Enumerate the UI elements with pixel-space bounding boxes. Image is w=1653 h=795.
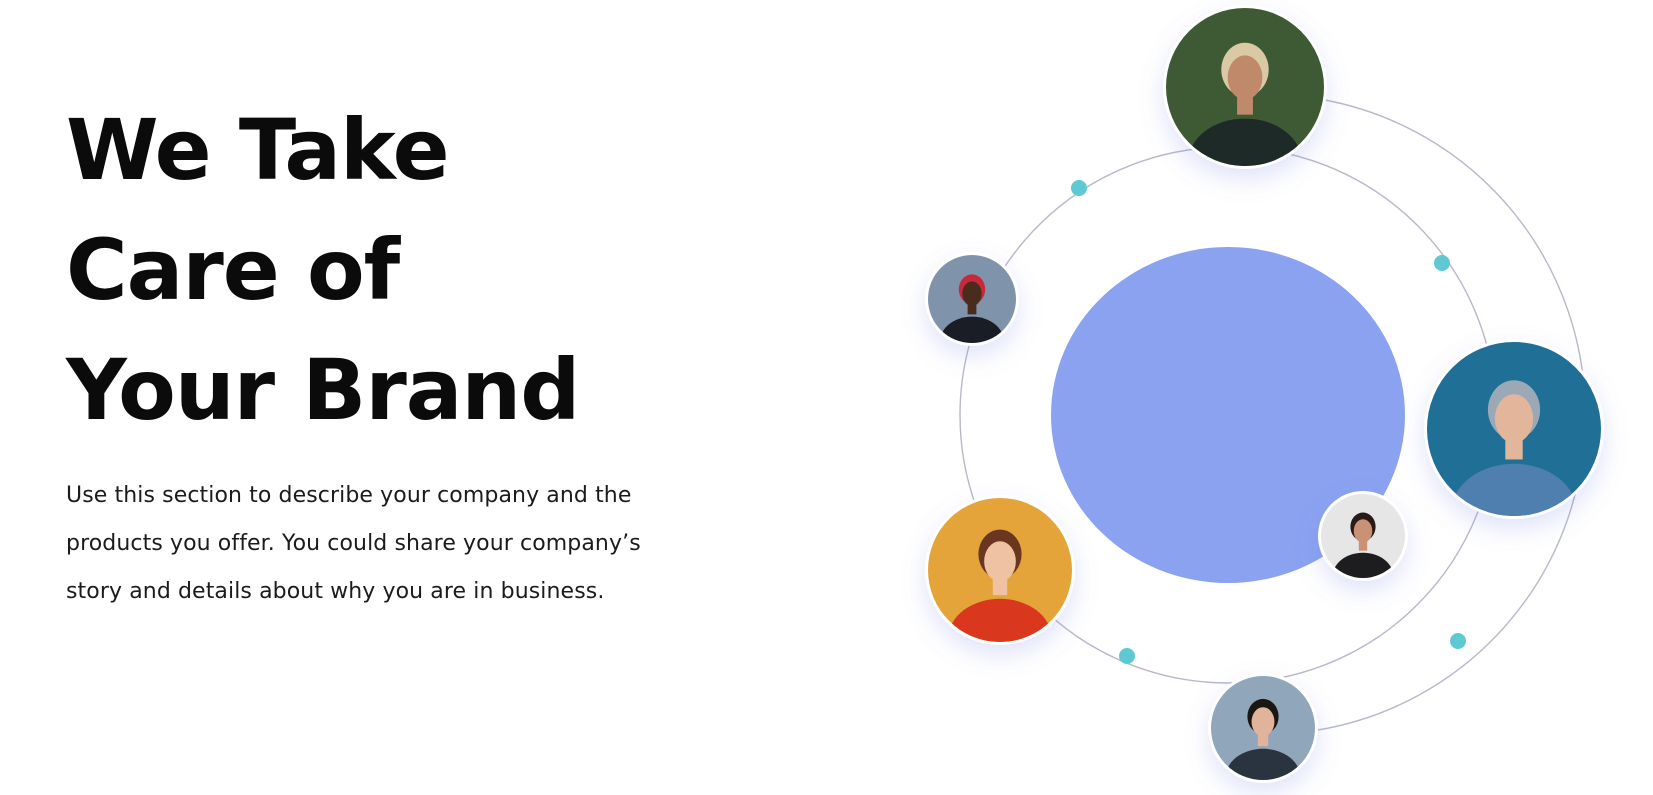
hero-section: We Take Care of Your Brand Use this sect… [0,0,1653,795]
description-line: story and details about why you are in b… [66,579,605,604]
orbit-dot [1434,255,1450,271]
orbit-dot [1450,633,1466,649]
hero-description: Use this section to describe your compan… [66,472,706,616]
woman-hoodie-avatar [1424,339,1604,519]
orbit-dot [1119,648,1135,664]
orbit-dot [1071,180,1087,196]
woman-top-avatar [1163,5,1327,169]
description-line: Use this section to describe your compan… [66,483,632,508]
woman-smile-avatar [1318,491,1408,581]
headline-line: Your Brand [66,341,580,439]
description-line: products you offer. You could share your… [66,531,641,556]
orbit-svg [925,5,1604,783]
hero-headline: We Take Care of Your Brand [66,90,706,450]
woman-red-avatar [925,495,1075,645]
headline-line: Care of [66,221,400,319]
orbit-illustration [900,0,1653,795]
man-cap-avatar [925,252,1019,346]
headline-line: We Take [66,101,450,199]
man-suit-avatar [1208,673,1318,783]
